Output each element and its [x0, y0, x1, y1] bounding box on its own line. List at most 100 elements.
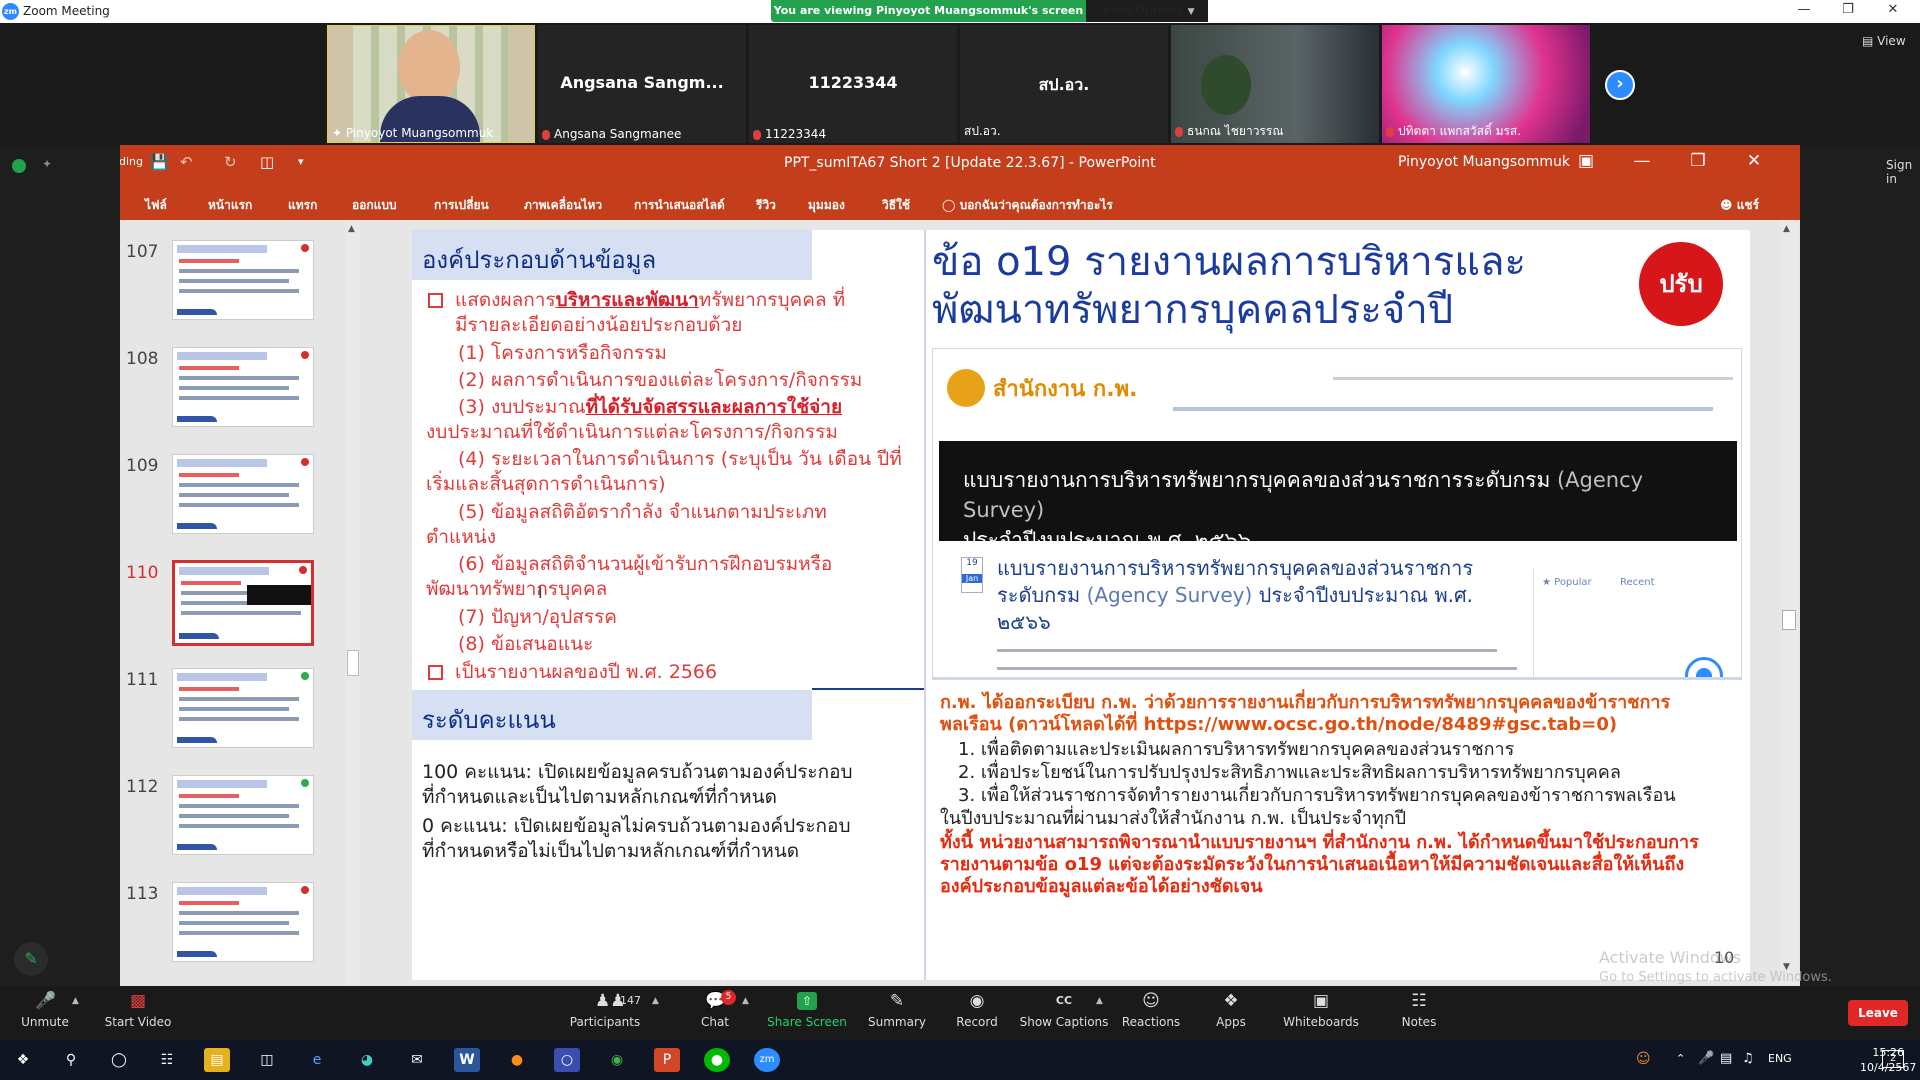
tab-transitions[interactable]: การเปลี่ยน: [434, 196, 489, 215]
mail-icon[interactable]: ✉: [404, 1048, 430, 1072]
captions-menu-caret[interactable]: ▲: [1096, 996, 1103, 1006]
audio-menu-caret[interactable]: ▲: [72, 996, 79, 1006]
participant-tile[interactable]: ธนกณ ไชยาวรรณ: [1171, 25, 1379, 143]
slide-thumbnail[interactable]: [172, 347, 314, 427]
volume-icon[interactable]: ♫: [1742, 1051, 1754, 1066]
next-page-button[interactable]: ›: [1605, 70, 1635, 100]
leave-button[interactable]: Leave: [1848, 1000, 1908, 1026]
notification-icon[interactable]: 2: [1882, 1050, 1904, 1068]
ppt-title-bar: Recording 💾 ↶ ↻ ◫ ▾ PPT_sumITA67 Short 2…: [120, 145, 1800, 182]
firefox-icon[interactable]: ●: [504, 1048, 530, 1072]
sub-item-1: (1) โครงการหรือกิจกรรม: [458, 342, 667, 364]
sign-in-link[interactable]: Sign in: [1886, 158, 1920, 186]
language-indicator[interactable]: ENG: [1768, 1052, 1792, 1065]
pin-icon[interactable]: ✦: [42, 157, 52, 171]
slide-thumbnail[interactable]: [172, 240, 314, 320]
search-icon[interactable]: ⚲: [58, 1048, 84, 1072]
minimize-icon[interactable]: —: [1620, 151, 1664, 171]
scrollbar-thumb[interactable]: [1782, 610, 1796, 630]
cortana-icon[interactable]: ◯: [106, 1048, 132, 1072]
app-icon[interactable]: ○: [554, 1048, 580, 1072]
checkbox-icon: [428, 665, 443, 680]
scroll-up-icon[interactable]: ▲: [1783, 224, 1790, 234]
tray-chevron-icon[interactable]: ⌃: [1676, 1052, 1685, 1065]
participant-tile[interactable]: สป.อว. สป.อว.: [960, 25, 1168, 143]
view-button[interactable]: ▤ View: [1862, 34, 1906, 48]
show-captions-button[interactable]: CC Show Captions: [1018, 986, 1110, 1040]
tab-review[interactable]: รีวิว: [756, 196, 776, 215]
redo-icon[interactable]: ↻: [224, 153, 237, 171]
slide-thumbnail[interactable]: [172, 454, 314, 534]
share-button[interactable]: ☻ แชร์: [1720, 196, 1759, 215]
tab-insert[interactable]: แทรก: [288, 196, 317, 215]
minimize-icon[interactable]: —: [1784, 2, 1824, 17]
notes-button[interactable]: ☷ Notes: [1374, 986, 1464, 1040]
customize-toolbar-icon[interactable]: ▾: [298, 155, 304, 168]
participants-menu-caret[interactable]: ▲: [652, 996, 659, 1006]
ie-icon[interactable]: e: [304, 1048, 330, 1072]
edge-icon[interactable]: ◕: [354, 1048, 380, 1072]
participant-tile[interactable]: Angsana Sangm... Angsana Sangmanee: [538, 25, 746, 143]
chat-menu-caret[interactable]: ▲: [742, 996, 749, 1006]
view-options-label: View Options: [1102, 4, 1184, 17]
unmute-button[interactable]: 🎤 Unmute: [0, 986, 90, 1040]
slide-left-column: องค์ประกอบด้านข้อมูล แสดงผลการบริหารและพ…: [412, 230, 924, 980]
chat-button[interactable]: 💬 Chat 5: [670, 986, 760, 1040]
participant-tile[interactable]: 11223344 11223344: [749, 25, 957, 143]
tab-home[interactable]: หน้าแรก: [208, 196, 252, 215]
network-icon[interactable]: ▤: [1720, 1051, 1732, 1066]
powerpoint-icon[interactable]: P: [654, 1048, 680, 1072]
zoom-taskbar-icon[interactable]: zm: [754, 1048, 780, 1072]
ppt-user-name[interactable]: Pinyoyot Muangsommuk: [1398, 154, 1570, 170]
tab-view[interactable]: มุมมอง: [808, 196, 845, 215]
slide-thumbnail[interactable]: [172, 882, 314, 962]
file-explorer-icon[interactable]: ▤: [204, 1048, 230, 1072]
slide-title-line1: ข้อ o19 รายงานผลการบริหารและ: [932, 239, 1526, 285]
annotate-pencil-icon[interactable]: ✎: [14, 942, 48, 976]
undo-icon[interactable]: ↶: [180, 153, 193, 171]
line-icon[interactable]: ●: [704, 1048, 730, 1072]
apps-button[interactable]: ❖ Apps: [1186, 986, 1276, 1040]
restore-icon[interactable]: ❐: [1676, 151, 1720, 171]
thumbnail-scrollbar[interactable]: ▲: [346, 220, 360, 986]
tab-slideshow[interactable]: การนำเสนอสไลด์: [634, 196, 725, 215]
pin-icon: ✦: [332, 126, 346, 140]
close-icon[interactable]: ✕: [1732, 151, 1776, 171]
tab-file[interactable]: ไฟล์: [145, 196, 167, 215]
participant-tile[interactable]: ปทิตตา แพกสวัสดิ์ มรส.: [1382, 25, 1590, 143]
slide-canvas[interactable]: องค์ประกอบด้านข้อมูล แสดงผลการบริหารและพ…: [412, 230, 1750, 980]
slide-number: 109: [126, 456, 159, 476]
start-video-button[interactable]: ▩ Start Video: [93, 986, 183, 1040]
slide-scrollbar[interactable]: ▲ ▼: [1780, 220, 1798, 986]
whiteboards-button[interactable]: ▣ Whiteboards: [1276, 986, 1366, 1040]
task-view-icon[interactable]: ☷: [154, 1048, 180, 1072]
participant-tile[interactable]: ✦ Pinyoyot Muangsommuk: [327, 25, 535, 143]
slide-thumbnail-selected[interactable]: [172, 560, 314, 646]
sub-item-4-line2: เริ่มและสิ้นสุดการดำเนินการ): [426, 473, 666, 495]
tell-me-search[interactable]: ◯ บอกฉันว่าคุณต้องการทำอะไร: [942, 196, 1113, 215]
close-icon[interactable]: ✕: [1873, 2, 1913, 17]
tab-help[interactable]: วิธีใช้: [882, 196, 910, 215]
tab-animations[interactable]: ภาพเคลื่อนไหว: [524, 196, 602, 215]
summary-button[interactable]: ✎ Summary: [852, 986, 942, 1040]
share-screen-button[interactable]: ⇧ Share Screen: [762, 986, 852, 1040]
slide-number: 111: [126, 670, 159, 690]
word-icon[interactable]: W: [454, 1048, 480, 1072]
restore-icon[interactable]: ❐: [1828, 2, 1868, 17]
tab-design[interactable]: ออกแบบ: [352, 196, 397, 215]
slide-thumbnail[interactable]: [172, 775, 314, 855]
ribbon-display-icon[interactable]: ▣: [1564, 151, 1608, 171]
windows-start-icon[interactable]: ❖: [10, 1048, 36, 1072]
slideshow-icon[interactable]: ◫: [260, 153, 274, 171]
reactions-button[interactable]: ☺ Reactions: [1106, 986, 1196, 1040]
record-button[interactable]: ◉ Record: [932, 986, 1022, 1040]
people-icon[interactable]: ☺: [1636, 1051, 1651, 1067]
scrollbar-thumb[interactable]: [347, 650, 359, 676]
tab-recent: Recent: [1620, 577, 1655, 588]
slide-thumbnail[interactable]: [172, 668, 314, 748]
save-icon[interactable]: 💾: [150, 153, 169, 171]
view-options-button[interactable]: View Options ▼: [1086, 0, 1208, 22]
store-icon[interactable]: ◫: [254, 1048, 280, 1072]
scroll-up-icon[interactable]: ▲: [348, 224, 355, 234]
chrome-icon[interactable]: ◉: [604, 1048, 630, 1072]
